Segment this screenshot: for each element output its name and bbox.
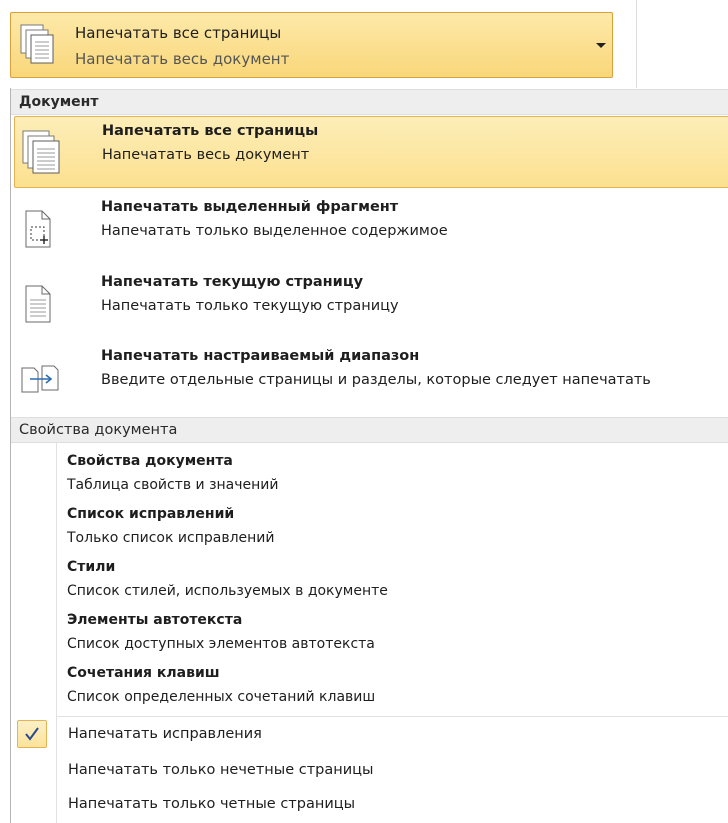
menu-item-markup-list[interactable]: Список исправлений Только список исправл…	[67, 501, 388, 554]
menu-item-description: Напечатать весь документ	[102, 147, 310, 163]
menu-item-description: Напечатать только текущую страницу	[101, 298, 399, 314]
menu-item-document-properties[interactable]: Свойства документа Таблица свойств и зна…	[67, 448, 388, 501]
menu-item-description: Введите отдельные страницы и разделы, ко…	[101, 372, 651, 388]
section-header-document: Документ	[11, 89, 728, 115]
menu-item-description: Список стилей, используемых в документе	[67, 583, 388, 599]
menu-item-title: Напечатать все страницы	[102, 123, 319, 139]
menu-item-print-even-pages[interactable]: Напечатать только четные страницы	[11, 788, 728, 822]
menu-item-description: Только список исправлений	[67, 530, 275, 546]
divider	[56, 716, 728, 717]
menu-item-print-odd-pages[interactable]: Напечатать только нечетные страницы	[11, 754, 728, 788]
menu-item-title: Напечатать настраиваемый диапазон	[101, 348, 420, 364]
menu-item-description: Список определенных сочетаний клавиш	[67, 689, 376, 705]
print-custom-range-icon	[21, 365, 59, 393]
menu-item-title: Список исправлений	[67, 506, 235, 522]
menu-item-label: Напечатать только нечетные страницы	[68, 762, 374, 778]
menu-item-label: Напечатать только четные страницы	[68, 796, 356, 812]
print-current-page-icon	[25, 285, 51, 323]
menu-item-title: Свойства документа	[67, 453, 233, 469]
chevron-down-icon	[596, 43, 606, 48]
print-range-dropdown[interactable]: Напечатать все страницы Напечатать весь …	[10, 12, 613, 78]
section-header-properties: Свойства документа	[11, 417, 728, 443]
print-range-bar: Напечатать все страницы Напечатать весь …	[0, 0, 728, 88]
print-all-pages-icon	[22, 130, 60, 174]
print-all-pages-icon	[20, 24, 54, 64]
menu-item-print-markup[interactable]: Напечатать исправления	[11, 718, 728, 752]
menu-item-key-assignments[interactable]: Сочетания клавиш Список определенных соч…	[67, 660, 388, 713]
menu-item-description: Список доступных элементов автотекста	[67, 636, 375, 652]
checkmark-icon	[25, 727, 39, 741]
menu-item-title: Напечатать текущую страницу	[101, 274, 364, 290]
menu-item-title: Стили	[67, 559, 116, 575]
menu-item-print-current-page[interactable]: Напечатать текущую страницу Напечатать т…	[14, 268, 728, 340]
menu-item-autotext-entries[interactable]: Элементы автотекста Список доступных эле…	[67, 607, 388, 660]
menu-item-print-selection[interactable]: Напечатать выделенный фрагмент Напечатат…	[14, 193, 728, 265]
checkbox[interactable]	[17, 720, 47, 748]
menu-border	[10, 88, 11, 823]
menu-item-print-all-pages[interactable]: Напечатать все страницы Напечатать весь …	[14, 116, 728, 188]
menu-item-title: Сочетания клавиш	[67, 665, 220, 681]
menu-item-description: Таблица свойств и значений	[67, 477, 279, 493]
menu-item-label: Напечатать исправления	[68, 726, 262, 742]
menu-item-styles[interactable]: Стили Список стилей, используемых в доку…	[67, 554, 388, 607]
menu-item-title: Напечатать выделенный фрагмент	[101, 199, 399, 215]
print-selection-icon	[25, 210, 51, 248]
divider	[636, 0, 637, 88]
menu-item-description: Напечатать только выделенное содержимое	[101, 223, 448, 239]
menu-item-title: Элементы автотекста	[67, 612, 243, 628]
dropdown-title: Напечатать все страницы	[75, 24, 282, 42]
menu-item-print-custom-range[interactable]: Напечатать настраиваемый диапазон Введит…	[14, 342, 728, 414]
dropdown-subtitle: Напечатать весь документ	[75, 50, 290, 68]
